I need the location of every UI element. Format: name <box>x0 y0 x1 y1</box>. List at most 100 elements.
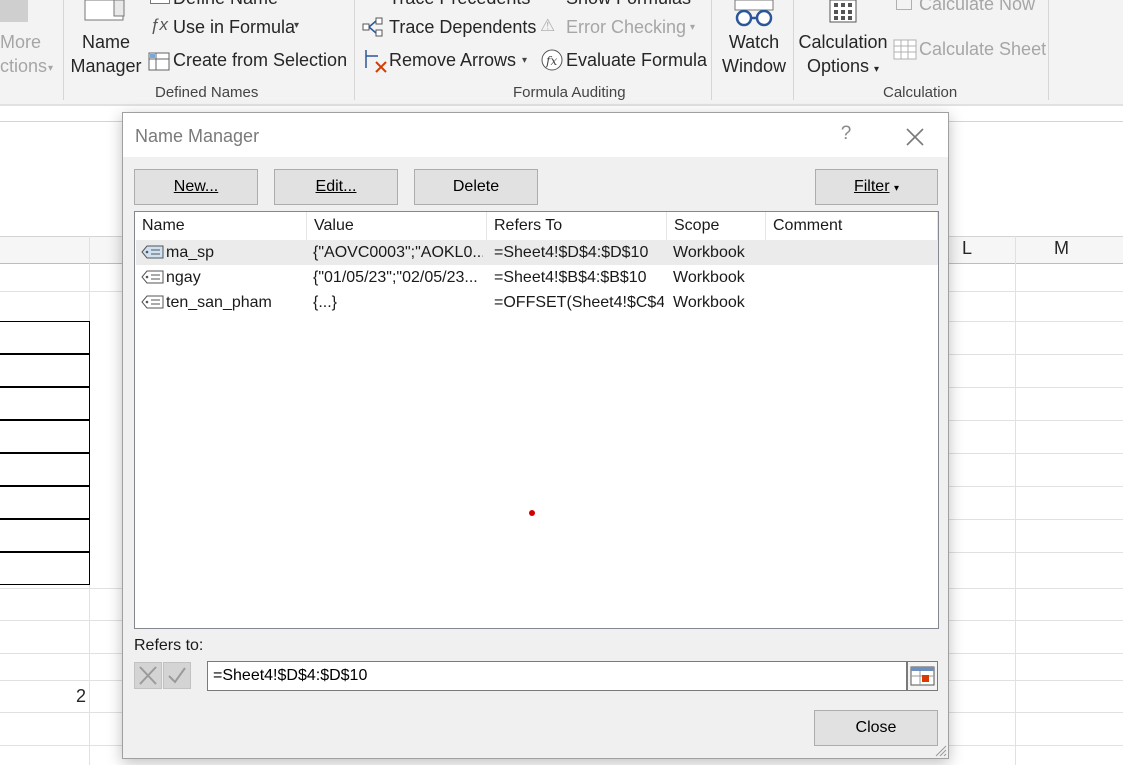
name-manager-icon[interactable] <box>84 0 126 27</box>
group-separator <box>711 0 712 100</box>
remove-arrows-button[interactable]: Remove Arrows <box>389 50 516 71</box>
show-formulas-button[interactable]: Show Formulas <box>566 0 691 9</box>
help-button[interactable]: ? <box>835 123 857 147</box>
name-manager-dialog: Name Manager ? New... Edit... Delete Fil… <box>122 112 949 759</box>
more-functions-label-2[interactable]: ctions <box>0 56 47 77</box>
evaluate-formula-icon: fx <box>540 48 564 77</box>
calculate-now-button[interactable]: Calculate Now <box>919 0 1035 15</box>
calculation-options-button[interactable]: Calculation Options ▾ <box>798 30 888 82</box>
column-header-m[interactable]: M <box>1054 238 1069 259</box>
calculation-group-label: Calculation <box>883 84 958 101</box>
row-refers-to: =OFFSET(Sheet4!$C$4... <box>494 294 664 311</box>
column-header-comment[interactable]: Comment <box>766 212 938 240</box>
collapse-dialog-icon[interactable] <box>907 661 938 691</box>
name-manager-label-1: Name <box>81 32 130 52</box>
define-name-icon <box>150 0 170 4</box>
column-header-name[interactable]: Name <box>135 212 307 240</box>
name-manager-button[interactable]: Name Manager <box>68 30 144 78</box>
table-cell[interactable] <box>0 387 90 420</box>
checkmark-icon[interactable] <box>163 662 191 689</box>
names-list[interactable]: Name Value Refers To Scope Comment ma_sp… <box>134 211 939 629</box>
table-cell[interactable] <box>0 519 90 552</box>
table-cell[interactable] <box>0 420 90 453</box>
column-header-value[interactable]: Value <box>307 212 487 240</box>
grid-line <box>949 486 1123 487</box>
grid-line <box>949 321 1123 322</box>
dialog-titlebar[interactable]: Name Manager ? <box>123 113 948 157</box>
row-comment <box>772 265 932 290</box>
table-cell[interactable] <box>0 453 90 486</box>
group-separator <box>793 0 794 100</box>
trace-dependents-icon <box>362 16 386 43</box>
fx-icon: ƒx <box>150 15 168 34</box>
edit-button-label: Edit... <box>315 178 357 195</box>
calculation-options-label-1: Calculation <box>798 32 888 52</box>
list-item[interactable]: ten_san_pham {...} =OFFSET(Sheet4!$C$4..… <box>136 290 938 315</box>
table-cell[interactable] <box>0 321 90 354</box>
formula-auditing-group-label: Formula Auditing <box>513 84 626 101</box>
row-refers-to: =Sheet4!$D$4:$D$10 <box>494 244 649 261</box>
group-separator <box>63 0 64 100</box>
create-from-selection-button[interactable]: Create from Selection <box>173 50 347 71</box>
cell-value[interactable]: 2 <box>60 686 86 707</box>
filter-button[interactable]: Filter ▾ <box>815 169 938 205</box>
create-from-selection-icon <box>148 50 170 77</box>
row-refers-to: =Sheet4!$B$4:$B$10 <box>494 269 647 286</box>
column-header-l[interactable]: L <box>962 238 972 259</box>
edit-button[interactable]: Edit... <box>274 169 398 205</box>
column-header-scope[interactable]: Scope <box>667 212 766 240</box>
close-button[interactable]: Close <box>814 710 938 746</box>
refers-to-input[interactable]: =Sheet4!$D$4:$D$10 <box>207 661 907 691</box>
table-cell[interactable] <box>0 552 90 585</box>
error-checking-button[interactable]: Error Checking <box>566 17 686 38</box>
group-separator <box>354 0 355 100</box>
row-value: {"01/05/23";"02/05/23... <box>313 269 478 286</box>
delete-button[interactable]: Delete <box>414 169 538 205</box>
new-button-label: New... <box>173 178 219 195</box>
cancel-x-icon[interactable] <box>134 662 162 689</box>
trace-dependents-button[interactable]: Trace Dependents <box>389 17 536 38</box>
chevron-down-icon: ▾ <box>48 63 54 74</box>
cursor-dot <box>529 510 535 516</box>
table-cell[interactable] <box>0 486 90 519</box>
row-comment <box>772 240 932 265</box>
watch-window-label-1: Watch <box>728 32 780 52</box>
dialog-title: Name Manager <box>135 126 260 146</box>
calculate-sheet-button[interactable]: Calculate Sheet <box>919 39 1046 60</box>
watch-window-button[interactable]: Watch Window <box>716 30 792 78</box>
row-name: ten_san_pham <box>166 294 272 311</box>
list-item[interactable]: ma_sp {"AOVC0003";"AOKL0... =Sheet4!$D$4… <box>136 240 938 265</box>
row-value: {...} <box>313 294 338 311</box>
grid-line <box>949 519 1123 520</box>
chevron-down-icon: ▾ <box>690 22 696 33</box>
group-separator <box>1048 0 1049 100</box>
row-value: {"AOVC0003";"AOKL0... <box>313 244 483 261</box>
close-icon[interactable] <box>901 123 929 151</box>
row-scope: Workbook <box>673 294 745 311</box>
calculator-icon[interactable] <box>829 0 857 29</box>
more-functions-icon[interactable] <box>0 0 28 22</box>
resize-grip-icon[interactable] <box>933 743 947 757</box>
table-cell[interactable] <box>0 354 90 387</box>
name-tag-icon <box>141 295 164 309</box>
trace-precedents-button[interactable]: Trace Precedents <box>389 0 530 9</box>
name-manager-label-2: Manager <box>70 56 142 76</box>
watch-window-label-2: Window <box>721 56 787 76</box>
new-button[interactable]: New... <box>134 169 258 205</box>
glasses-icon[interactable] <box>731 0 777 33</box>
column-header-refers-to[interactable]: Refers To <box>487 212 667 240</box>
list-item[interactable]: ngay {"01/05/23";"02/05/23... =Sheet4!$B… <box>136 265 938 290</box>
more-functions-label-1[interactable]: More <box>0 32 41 53</box>
grid-line <box>1015 236 1016 765</box>
name-tag-icon <box>141 245 164 259</box>
evaluate-formula-button[interactable]: Evaluate Formula <box>566 50 707 71</box>
chevron-down-icon: ▾ <box>893 183 900 194</box>
remove-arrows-icon <box>362 48 388 79</box>
chevron-down-icon: ▾ <box>294 20 300 31</box>
define-name-button[interactable]: Define Name <box>173 0 278 9</box>
use-in-formula-button[interactable]: Use in Formula <box>173 17 295 38</box>
refers-to-label: Refers to: <box>134 637 204 654</box>
error-checking-icon: ⚠ <box>540 16 556 35</box>
delete-button-label: Delete <box>452 178 500 195</box>
grid-line <box>949 354 1123 355</box>
